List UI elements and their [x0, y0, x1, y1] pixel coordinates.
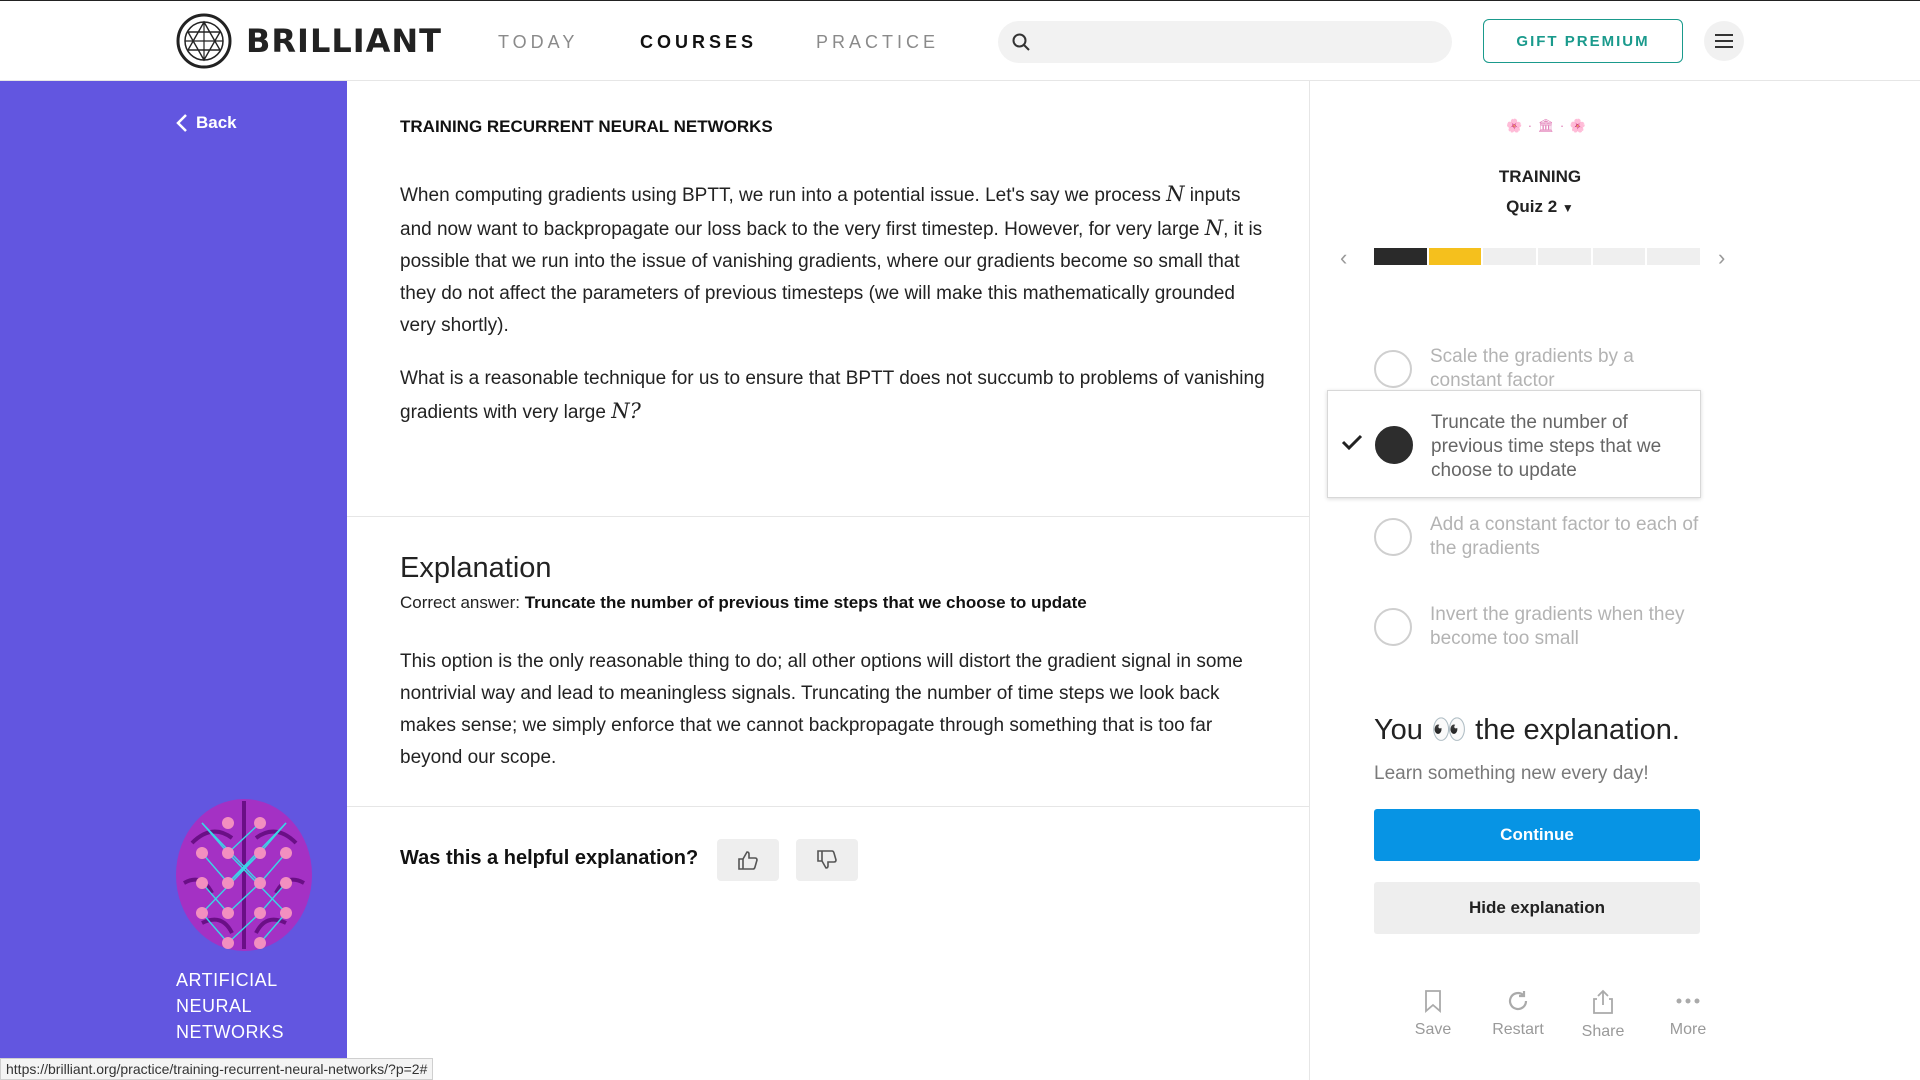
restart-label: Restart [1492, 1021, 1544, 1038]
share-button[interactable]: Share [1563, 989, 1643, 1041]
neural-brain-illustration [176, 799, 312, 951]
save-label: Save [1414, 1021, 1452, 1038]
answer-option-label: Truncate the number of previous time ste… [1431, 412, 1662, 481]
hide-explanation-button[interactable]: Hide explanation [1374, 882, 1700, 934]
question-text: When computing gradients using BPTT, we … [400, 185, 1167, 206]
quiz-progress-bar [1374, 248, 1701, 265]
question-text: What is a reasonable technique for us to… [400, 368, 1265, 423]
quiz-selector-label: Quiz 2 [1506, 197, 1558, 216]
course-title[interactable]: ARTIFICIAL NEURAL NETWORKS [176, 967, 336, 1045]
radio-button[interactable] [1374, 608, 1412, 646]
search-icon [1012, 33, 1030, 51]
question-mark: ? [629, 399, 641, 423]
chevron-left-icon [176, 114, 187, 132]
logo-icon [176, 13, 232, 69]
correct-answer-line: Correct answer: Truncate the number of p… [400, 593, 1087, 613]
question-paragraph-1: When computing gradients using BPTT, we … [400, 178, 1270, 342]
restart-icon [1508, 991, 1528, 1011]
save-button[interactable]: Save [1393, 989, 1473, 1039]
learn-subtitle: Learn something new every day! [1374, 763, 1649, 784]
question-paragraph-2: What is a reasonable technique for us to… [400, 363, 1270, 429]
quiz-badge-icon: 🌸 · 🏛 · 🌸 [1506, 118, 1587, 133]
back-link[interactable]: Back [176, 113, 237, 133]
restart-button[interactable]: Restart [1478, 989, 1558, 1039]
search-input[interactable] [998, 21, 1452, 63]
progress-segment [1647, 248, 1701, 265]
radio-button[interactable] [1374, 518, 1412, 556]
browser-status-url: https://brilliant.org/practice/training-… [0, 1058, 434, 1080]
section-divider [347, 516, 1309, 517]
radio-button[interactable] [1374, 350, 1412, 388]
share-icon [1593, 989, 1613, 1014]
radio-button-selected[interactable] [1375, 426, 1413, 464]
math-variable-n: N [1204, 216, 1224, 240]
continue-button[interactable]: Continue [1374, 809, 1700, 861]
quiz-section-label: TRAINING [1498, 167, 1582, 186]
thumbs-up-icon [738, 851, 758, 870]
prev-question-arrow[interactable]: ‹ [1340, 245, 1347, 271]
math-variable-n: N [1166, 182, 1185, 206]
progress-segment [1428, 248, 1482, 265]
correct-answer-text: Truncate the number of previous time ste… [524, 593, 1087, 612]
thumbs-down-icon [817, 850, 837, 869]
answer-option-2[interactable]: Truncate the number of previous time ste… [1327, 390, 1701, 498]
next-question-arrow[interactable]: › [1718, 245, 1725, 271]
hamburger-menu-button[interactable] [1704, 21, 1744, 61]
answer-option-4[interactable]: Invert the gradients when they become to… [1327, 573, 1701, 681]
answer-option-label: Invert the gradients when they become to… [1430, 604, 1685, 649]
more-label: More [1669, 1021, 1707, 1038]
explanation-heading: Explanation [400, 552, 552, 584]
lesson-title: TRAINING RECURRENT NEURAL NETWORKS [400, 117, 773, 136]
caret-down-icon: ▼ [1561, 201, 1574, 215]
gift-premium-button[interactable]: GIFT PREMIUM [1483, 19, 1683, 63]
progress-segment [1592, 248, 1646, 265]
lesson-content: TRAINING RECURRENT NEURAL NETWORKS When … [347, 81, 1310, 1080]
nav-practice[interactable]: PRACTICE [816, 32, 939, 53]
share-label: Share [1581, 1023, 1625, 1040]
answer-option-label: Scale the gradients by a constant factor [1430, 346, 1634, 391]
brilliant-logo[interactable]: BRILLIANT [176, 13, 442, 69]
progress-segment [1483, 248, 1537, 265]
explanation-body: This option is the only reasonable thing… [400, 651, 1243, 768]
progress-segment [1374, 248, 1427, 265]
more-button[interactable]: More [1648, 989, 1728, 1039]
correct-answer-prefix: Correct answer: [400, 593, 525, 612]
nav-courses[interactable]: COURSES [640, 32, 757, 53]
math-variable-n: N [611, 399, 630, 423]
more-icon [1676, 998, 1700, 1004]
section-divider [347, 806, 1309, 807]
checkmark-icon [1341, 434, 1363, 451]
answer-option-label: Add a constant factor to each of the gra… [1430, 514, 1699, 559]
helpful-question: Was this a helpful explanation? [400, 847, 699, 869]
bookmark-icon [1425, 990, 1441, 1013]
quiz-panel: 🌸 · 🏛 · 🌸 TRAINING Quiz 2 ▼ ‹ › Scale th… [1310, 81, 1920, 1080]
logo-text: BRILLIANT [246, 22, 442, 60]
thumbs-up-button[interactable] [717, 839, 779, 881]
back-label: Back [196, 113, 237, 132]
course-sidebar: Back ARTIFICIAL NEURAL NETWORKS [0, 81, 347, 1080]
thumbs-down-button[interactable] [796, 839, 858, 881]
progress-segment [1538, 248, 1591, 265]
menu-icon [1715, 34, 1733, 48]
quiz-selector[interactable]: Quiz 2 ▼ [1310, 197, 1770, 217]
top-navigation-bar: BRILLIANT TODAY COURSES PRACTICE GIFT PR… [0, 0, 1920, 81]
you-saw-explanation-text: You 👀 the explanation. [1374, 714, 1680, 746]
nav-today[interactable]: TODAY [498, 32, 578, 53]
